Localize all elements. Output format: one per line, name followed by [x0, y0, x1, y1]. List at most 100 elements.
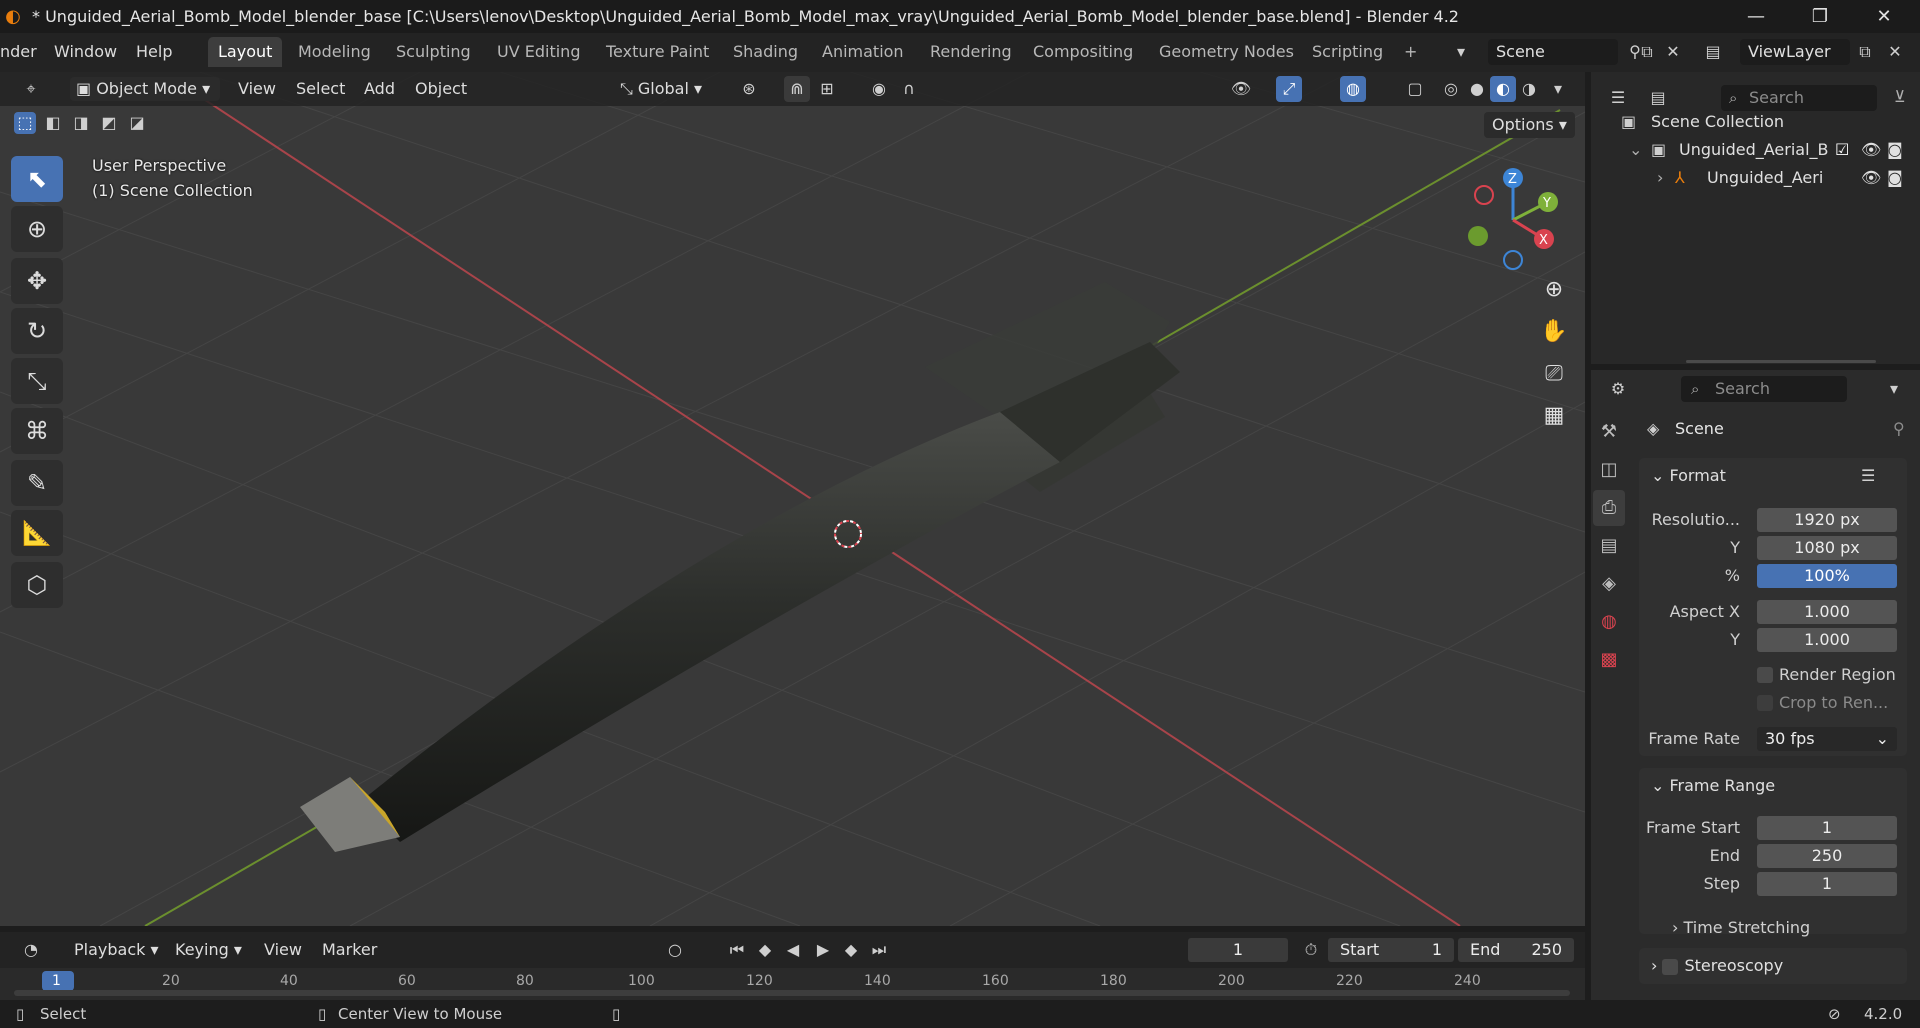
material-shading-icon[interactable]: ◐: [1490, 76, 1516, 102]
scale-tool-icon[interactable]: ⤡: [11, 358, 63, 404]
pan-hand-icon[interactable]: ✋: [1534, 312, 1574, 352]
select-intersect-icon[interactable]: ◪: [126, 112, 148, 134]
render-tab-icon[interactable]: ◫: [1593, 452, 1625, 488]
close-button[interactable]: ✕: [1852, 0, 1916, 33]
select-invert-icon[interactable]: ◩: [98, 112, 120, 134]
frame-range-panel-header[interactable]: ⌄ Frame Range: [1639, 768, 1907, 804]
render-camera-icon[interactable]: ◙: [1887, 136, 1903, 164]
rotate-tool-icon[interactable]: ↻: [11, 308, 63, 354]
menu-object[interactable]: Object: [415, 77, 467, 101]
tab-uv-editing[interactable]: UV Editing: [487, 37, 590, 67]
view-layer-field[interactable]: ViewLayer: [1740, 39, 1850, 65]
tab-modeling[interactable]: Modeling: [288, 37, 381, 67]
tool-tab-icon[interactable]: ⚒: [1593, 414, 1625, 450]
menu-window[interactable]: Window: [54, 42, 117, 61]
timeline-end-field[interactable]: End 250: [1458, 938, 1574, 962]
measure-tool-icon[interactable]: 📐: [11, 510, 63, 556]
menu-render[interactable]: nder: [0, 42, 37, 61]
select-new-icon[interactable]: ⬚: [14, 112, 36, 134]
tab-geometry-nodes[interactable]: Geometry Nodes: [1149, 37, 1304, 67]
view-layer-icon[interactable]: ▤: [1700, 39, 1726, 65]
tab-layout[interactable]: Layout: [208, 37, 283, 67]
timeline-scrollbar[interactable]: [14, 990, 1570, 996]
next-keyframe-icon[interactable]: ◆: [838, 937, 864, 963]
tab-compositing[interactable]: Compositing: [1023, 37, 1143, 67]
menu-add[interactable]: Add: [364, 77, 395, 101]
select-subtract-icon[interactable]: ◨: [70, 112, 92, 134]
select-extend-icon[interactable]: ◧: [42, 112, 64, 134]
ortho-grid-icon[interactable]: ▦: [1534, 396, 1574, 436]
transform-tool-icon[interactable]: ⌘: [11, 408, 63, 454]
tab-animation[interactable]: Animation: [812, 37, 914, 67]
outliner-row-object[interactable]: › ⅄ Unguided_Aeri 👁 ◙: [1591, 164, 1920, 192]
eye-icon[interactable]: 👁: [1861, 164, 1881, 192]
tab-rendering[interactable]: Rendering: [920, 37, 1022, 67]
editor-type-icon[interactable]: ⌖: [18, 76, 44, 102]
eye-icon[interactable]: 👁: [1861, 136, 1881, 164]
frame-step-field[interactable]: 1: [1757, 872, 1897, 896]
timeline-start-field[interactable]: Start 1: [1328, 938, 1454, 962]
timeline-editor-icon[interactable]: ◔: [18, 937, 44, 963]
pin-icon[interactable]: ⚲: [1893, 419, 1905, 438]
options-dropdown[interactable]: Options ▾: [1484, 112, 1575, 138]
resolution-y-field[interactable]: 1080 px: [1757, 536, 1897, 560]
falloff-icon[interactable]: ∩: [896, 76, 922, 102]
chevron-down-icon[interactable]: ▾: [1881, 376, 1907, 402]
annotate-tool-icon[interactable]: ✎: [11, 460, 63, 506]
maximize-button[interactable]: ❐: [1788, 0, 1852, 33]
tab-shading[interactable]: Shading: [723, 37, 808, 67]
frame-start-field[interactable]: 1: [1757, 816, 1897, 840]
scene-selector-icon[interactable]: ▾: [1448, 39, 1474, 65]
jump-start-icon[interactable]: ⏮: [724, 937, 750, 963]
delete-scene-icon[interactable]: ✕: [1660, 39, 1686, 65]
add-workspace-button[interactable]: +: [1394, 37, 1427, 67]
render-camera-icon[interactable]: ◙: [1887, 164, 1903, 192]
play-reverse-icon[interactable]: ◀: [780, 937, 806, 963]
outliner-row-collection[interactable]: ⌄ ▣ Unguided_Aerial_B ☑ 👁 ◙: [1591, 136, 1920, 164]
play-icon[interactable]: ▶: [810, 937, 836, 963]
properties-editor-icon[interactable]: ⚙: [1605, 376, 1631, 402]
transform-orientation-dropdown[interactable]: ⤡ Global ▾: [620, 77, 702, 101]
playback-dropdown[interactable]: Playback ▾: [74, 938, 159, 962]
menu-view[interactable]: View: [238, 77, 276, 101]
chevron-down-icon[interactable]: ⌄: [1629, 136, 1642, 164]
aspect-x-field[interactable]: 1.000: [1757, 600, 1897, 624]
select-box-tool-icon[interactable]: ⬉: [11, 156, 63, 202]
stopwatch-icon[interactable]: ⏱: [1298, 937, 1324, 963]
stereoscopy-checkbox[interactable]: [1662, 958, 1679, 975]
delete-view-layer-icon[interactable]: ✕: [1882, 39, 1908, 65]
object-mode-dropdown[interactable]: ▣ Object Mode ▾: [70, 77, 220, 101]
jump-end-icon[interactable]: ⏭: [866, 937, 892, 963]
exclude-checkbox-icon[interactable]: ☑: [1835, 136, 1849, 164]
aspect-y-field[interactable]: 1.000: [1757, 628, 1897, 652]
resolution-x-field[interactable]: 1920 px: [1757, 508, 1897, 532]
render-region-checkbox[interactable]: [1757, 667, 1773, 683]
timeline-area[interactable]: 1 20 40 60 80 100 120 140 160 180 200 22…: [0, 968, 1585, 1000]
outliner-row-scene-collection[interactable]: ▣ Scene Collection: [1591, 108, 1920, 136]
world-tab-icon[interactable]: ◍: [1593, 604, 1625, 640]
resolution-percentage-field[interactable]: 100%: [1757, 564, 1897, 588]
move-tool-icon[interactable]: ✥: [11, 258, 63, 304]
frame-end-field[interactable]: 250: [1757, 844, 1897, 868]
proportional-edit-icon[interactable]: ◉: [866, 76, 892, 102]
time-stretching-subpanel[interactable]: › Time Stretching: [1672, 918, 1810, 937]
visibility-icon[interactable]: 👁: [1228, 76, 1254, 102]
timeline-menu-view[interactable]: View: [264, 938, 302, 962]
stereoscopy-panel[interactable]: › Stereoscopy: [1639, 948, 1907, 984]
solid-shading-icon[interactable]: ●: [1464, 76, 1490, 102]
auto-keying-icon[interactable]: ○: [662, 937, 688, 963]
stereoscopy-panel-header[interactable]: › Stereoscopy: [1639, 948, 1907, 984]
frame-rate-dropdown[interactable]: 30 fps ⌄: [1757, 727, 1897, 751]
minimize-button[interactable]: —: [1724, 0, 1788, 33]
add-cube-tool-icon[interactable]: ⬡: [11, 562, 63, 608]
chevron-right-icon[interactable]: ›: [1657, 164, 1663, 192]
tab-texture-paint[interactable]: Texture Paint: [596, 37, 719, 67]
menu-help[interactable]: Help: [136, 42, 172, 61]
filter-icon[interactable]: ⊻: [1894, 87, 1906, 106]
prev-keyframe-icon[interactable]: ◆: [752, 937, 778, 963]
tab-sculpting[interactable]: Sculpting: [386, 37, 481, 67]
menu-select[interactable]: Select: [296, 77, 345, 101]
output-tab-icon[interactable]: ⎙: [1593, 490, 1625, 526]
xray-icon[interactable]: ▢: [1402, 76, 1428, 102]
crop-checkbox[interactable]: [1757, 695, 1773, 711]
